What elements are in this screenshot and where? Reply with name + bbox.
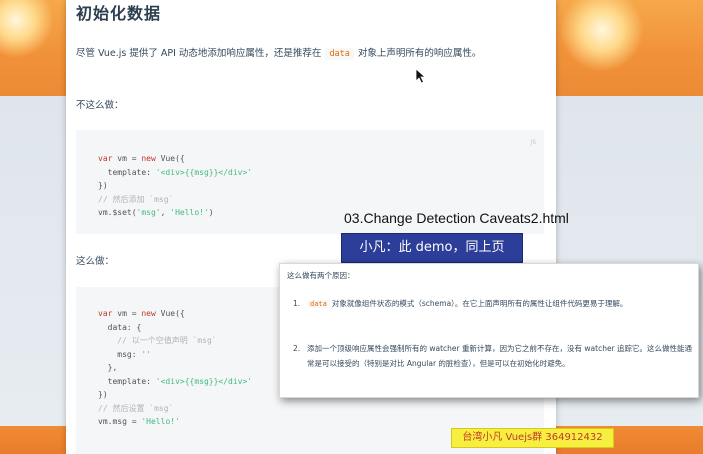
code-token: new (141, 154, 161, 163)
mouse-cursor-icon (415, 68, 427, 84)
code-language-tag: JS (530, 139, 536, 146)
code-token: 'Hello!' (141, 417, 180, 426)
code-token: template: (98, 376, 156, 386)
code-token: 'Hello!' (170, 208, 209, 217)
code-token: }) (98, 390, 108, 399)
code-token: vm = (117, 154, 142, 163)
code-token: }, (98, 363, 118, 372)
code-token: // 然后设置 `msg` (98, 403, 174, 413)
code-token: ) (208, 208, 214, 217)
code-token: vm = (117, 309, 142, 318)
code-token: '<div>{{msg}}</div>' (155, 376, 253, 386)
list-number: 1. (293, 299, 301, 308)
code-token: template: (98, 167, 156, 177)
code-token: msg: (98, 349, 142, 359)
code-lines: var vm = new Vue({ template: '<div>{{msg… (98, 152, 252, 220)
code-line: template: '<div>{{msg}}</div>' (98, 375, 253, 389)
code-token: var (98, 154, 118, 163)
intro-paragraph: 尽管 Vue.js 提供了 API 动态地添加响应属性，还是推荐在 data 对象上… (76, 46, 546, 62)
code-token: '' (141, 349, 151, 359)
code-line: // 然后添加 `msg` (98, 193, 252, 207)
code-line: vm.msg = 'Hello!' (98, 415, 252, 429)
code-line: data: { (98, 321, 252, 335)
inline-code-data: data (325, 48, 354, 60)
list-item-text: 对象就像组件状态的模式（schema）。在它上面声明所有的属性让组件代码更易于理… (331, 299, 628, 308)
code-line: var vm = new Vue({ (98, 152, 252, 166)
do-label: 这么做： (76, 256, 115, 267)
code-token: }) (98, 181, 108, 190)
code-token: , (160, 208, 171, 217)
video-file-title: 03.Change Detection Caveats2.html (344, 210, 569, 226)
list-text: data 对象就像组件状态的模式（schema）。在它上面声明所有的属性让组件代码… (307, 296, 693, 312)
code-token: // 然后添加 `msg` (98, 194, 174, 204)
code-token: '<div>{{msg}}</div>' (155, 167, 253, 177)
callout-heading: 这么做有两个原因： (287, 271, 355, 280)
code-line: }) (98, 179, 252, 193)
code-token: 'msg' (136, 208, 161, 217)
code-line: }) (98, 388, 252, 402)
code-token: data: { (98, 322, 142, 332)
code-token: new (141, 309, 161, 318)
code-line: msg: '' (98, 348, 252, 362)
code-token: vm.$set( (98, 208, 137, 217)
code-token: // 以一个空值声明 `msg` (98, 336, 217, 345)
code-token: Vue({ (160, 154, 185, 163)
code-lines: var vm = new Vue({ data: { // 以一个空值声明 `m… (98, 307, 252, 429)
code-line: // 以一个空值声明 `msg` (98, 334, 252, 348)
video-subtitle: 小凡：此 demo，同上页 (341, 233, 523, 263)
intro-text-after: 对象上声明所有的响应属性。 (357, 48, 482, 59)
list-item-text: 添加一个顶级响应属性会强制所有的 watcher 重新计算，因为它之前不存在，没… (307, 344, 693, 368)
code-line: var vm = new Vue({ (98, 307, 252, 321)
intro-text-before: 尽管 Vue.js 提供了 API 动态地添加响应属性，还是推荐在 (76, 48, 322, 59)
code-line: // 然后设置 `msg` (98, 402, 252, 416)
list-number: 2. (293, 344, 301, 353)
code-token: vm.msg = (98, 417, 142, 426)
page-title: 初始化数据 (76, 4, 162, 23)
code-line: vm.$set('msg', 'Hello!') (98, 206, 252, 220)
reasons-callout: 这么做有两个原因： 1. data 对象就像组件状态的模式（schema）。在它上… (279, 263, 699, 398)
dont-label: 不这么做： (76, 100, 124, 111)
code-line: }, (98, 361, 252, 375)
code-line: template: '<div>{{msg}}</div>' (98, 166, 253, 180)
code-token: Vue({ (160, 309, 185, 318)
watermark-badge: 台湾小凡 Vuejs群 364912432 (451, 428, 614, 448)
code-token: var (98, 309, 118, 318)
inline-code-data: data (307, 300, 330, 308)
